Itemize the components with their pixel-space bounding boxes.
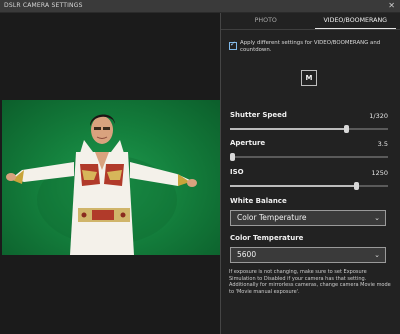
slider-thumb[interactable] <box>353 182 359 190</box>
title-bar: DSLR CAMERA SETTINGS ✕ <box>0 0 400 13</box>
camera-preview-image <box>2 100 220 255</box>
exposure-help-note: If exposure is not changing, make sure t… <box>229 269 391 296</box>
iso-value: 1250 <box>371 169 388 177</box>
white-balance-label: White Balance <box>230 197 287 205</box>
slider-thumb[interactable] <box>344 125 350 133</box>
aperture-label: Aperture <box>230 139 266 147</box>
tab-bar: PHOTO VIDEO/BOOMERANG <box>221 13 400 29</box>
chevron-down-icon: ⌄ <box>374 214 380 222</box>
shutter-speed-slider[interactable] <box>230 124 388 134</box>
close-icon[interactable]: ✕ <box>388 1 395 10</box>
apply-settings-checkbox[interactable]: ✓ <box>229 40 237 50</box>
tab-photo[interactable]: PHOTO <box>221 13 311 29</box>
color-temperature-label: Color Temperature <box>230 234 304 242</box>
color-temperature-selected: 5600 <box>237 250 257 259</box>
slider-thumb[interactable] <box>230 153 235 161</box>
white-balance-selected: Color Temperature <box>237 213 307 222</box>
apply-settings-label: Apply different settings for VIDEO/BOOME… <box>240 40 381 54</box>
white-balance-select[interactable]: Color Temperature ⌄ <box>230 210 386 226</box>
live-view-area <box>0 13 220 334</box>
exposure-mode-button[interactable]: M <box>301 70 317 86</box>
slider-fill <box>230 128 347 130</box>
iso-slider[interactable] <box>230 181 388 191</box>
aperture-value: 3.5 <box>377 140 388 148</box>
slider-fill <box>230 185 357 187</box>
shutter-speed-label: Shutter Speed <box>230 111 287 119</box>
shutter-speed-value: 1/320 <box>369 112 388 120</box>
slider-track <box>230 156 388 158</box>
color-temperature-select[interactable]: 5600 ⌄ <box>230 247 386 263</box>
check-icon: ✓ <box>230 40 236 48</box>
window-title: DSLR CAMERA SETTINGS <box>4 2 83 9</box>
aperture-slider[interactable] <box>230 152 388 162</box>
settings-panel: PHOTO VIDEO/BOOMERANG ✓ Apply different … <box>221 13 400 334</box>
tab-video-boomerang[interactable]: VIDEO/BOOMERANG <box>311 13 400 29</box>
tab-bar-divider <box>221 29 400 30</box>
chevron-down-icon: ⌄ <box>374 251 380 259</box>
iso-label: ISO <box>230 168 244 176</box>
